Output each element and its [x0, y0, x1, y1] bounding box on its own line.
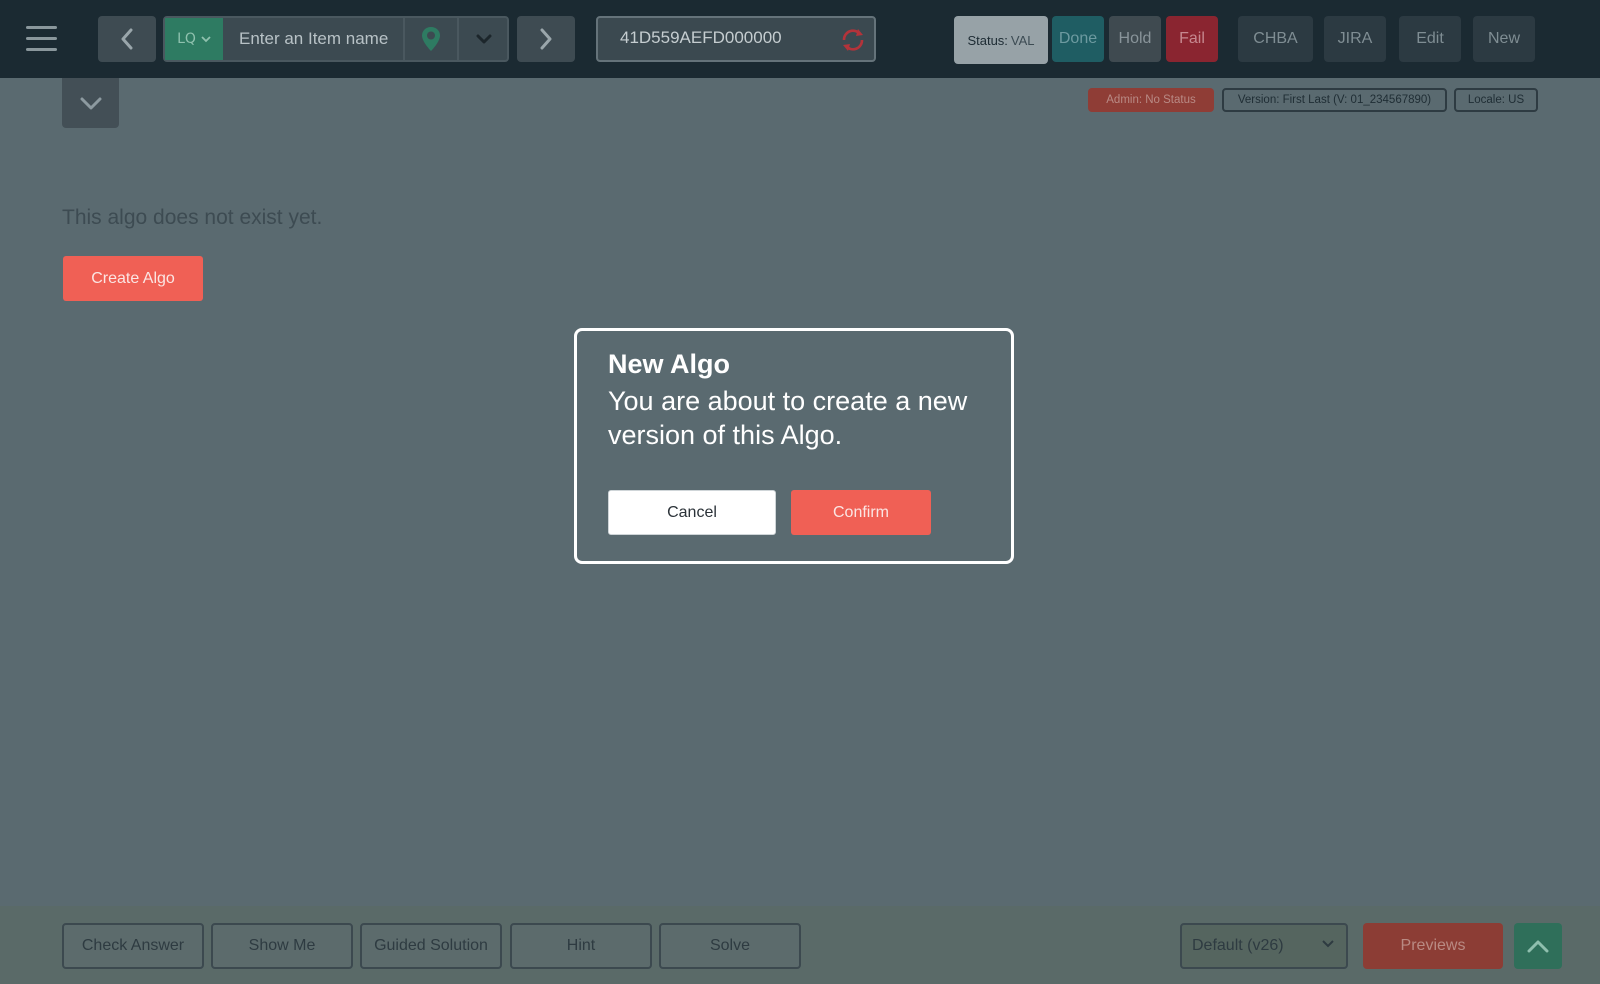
empty-state-message: This algo does not exist yet.	[62, 206, 323, 229]
admin-status-badge: Admin: No Status	[1088, 88, 1214, 112]
chevron-right-icon	[540, 28, 552, 50]
chevron-down-icon	[201, 35, 211, 42]
check-answer-button[interactable]: Check Answer	[62, 923, 204, 969]
previews-button[interactable]: Previews	[1363, 923, 1503, 969]
version-select[interactable]: Default (v26)	[1180, 923, 1348, 969]
chevron-down-icon	[1322, 940, 1334, 948]
status-value: VAL	[1010, 32, 1035, 48]
create-algo-button[interactable]: Create Algo	[63, 256, 203, 301]
locale-badge: Locale: US	[1454, 88, 1538, 112]
new-button[interactable]: New	[1473, 16, 1535, 62]
solve-button[interactable]: Solve	[659, 923, 801, 969]
dialog-message: You are about to create a new version of…	[608, 386, 968, 450]
chevron-down-icon	[80, 97, 101, 109]
new-algo-dialog: New Algo You are about to create a new v…	[574, 328, 1014, 564]
done-button[interactable]: Done	[1052, 16, 1104, 62]
refresh-icon[interactable]	[840, 27, 866, 53]
confirm-button[interactable]: Confirm	[791, 490, 931, 535]
status-badge: Status: VAL	[954, 16, 1048, 64]
scroll-top-button[interactable]	[1514, 923, 1562, 969]
dialog-title: New Algo	[608, 349, 731, 379]
show-me-button[interactable]: Show Me	[211, 923, 353, 969]
lq-dropdown[interactable]: LQ	[165, 18, 223, 60]
menu-icon[interactable]	[26, 26, 57, 52]
item-dropdown-button[interactable]	[457, 18, 509, 60]
guided-solution-button[interactable]: Guided Solution	[360, 923, 502, 969]
lq-label: LQ	[177, 31, 196, 47]
next-item-button[interactable]	[517, 16, 575, 62]
item-selector: LQ	[163, 16, 509, 62]
chevron-left-icon	[121, 28, 133, 50]
cancel-button[interactable]: Cancel	[608, 490, 776, 535]
jira-button[interactable]: JIRA	[1324, 16, 1386, 62]
chevron-down-icon	[476, 34, 492, 44]
fail-button[interactable]: Fail	[1166, 16, 1218, 62]
collapse-toggle-button[interactable]	[62, 78, 119, 128]
status-label: Status:	[967, 32, 1008, 48]
hint-button[interactable]: Hint	[510, 923, 652, 969]
chevron-up-icon	[1527, 940, 1549, 953]
top-toolbar: LQ 41D559AEFD000000 Status: VAL Done Hol…	[0, 0, 1600, 78]
item-name-input[interactable]	[223, 18, 403, 60]
hold-button[interactable]: Hold	[1109, 16, 1161, 62]
chba-button[interactable]: CHBA	[1238, 16, 1313, 62]
edit-button[interactable]: Edit	[1399, 16, 1461, 62]
item-id-field[interactable]: 41D559AEFD000000	[596, 16, 876, 62]
item-id-text: 41D559AEFD000000	[620, 28, 782, 47]
location-button[interactable]	[403, 18, 457, 60]
location-pin-icon	[422, 27, 440, 51]
prev-item-button[interactable]	[98, 16, 156, 62]
version-select-value: Default (v26)	[1192, 937, 1284, 954]
version-badge: Version: First Last (V: 01_234567890)	[1222, 88, 1447, 112]
